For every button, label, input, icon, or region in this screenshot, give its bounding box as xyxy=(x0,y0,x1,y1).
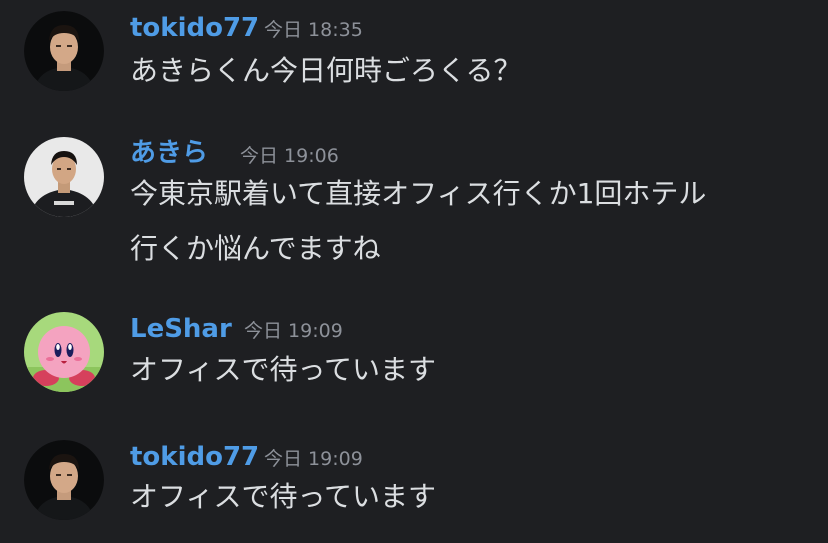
akira-avatar-icon[interactable] xyxy=(24,137,104,217)
message-text: 今東京駅着いて直接オフィス行くか1回ホテル xyxy=(130,177,707,210)
message-username[interactable]: あきら xyxy=(130,138,208,168)
message-text: オフィスで待っています xyxy=(130,353,437,386)
kirby-avatar-icon[interactable] xyxy=(24,312,104,392)
chat-message-list: tokido77 今日 18:35 あきらくん今日何時ごろくる？ あきら 今日 … xyxy=(0,0,828,543)
message-username[interactable]: LeShar xyxy=(130,314,232,344)
message-text: オフィスで待っています xyxy=(130,480,437,513)
tokido-avatar-icon[interactable] xyxy=(24,440,104,520)
tokido-avatar-icon[interactable] xyxy=(24,11,104,91)
message-text: 行くか悩んでますね xyxy=(130,232,381,265)
message-text: あきらくん今日何時ごろくる？ xyxy=(130,54,522,87)
message-username[interactable]: tokido77 xyxy=(130,13,259,43)
message-username[interactable]: tokido77 xyxy=(130,442,259,472)
message-timestamp: 今日 18:35 xyxy=(264,19,363,41)
